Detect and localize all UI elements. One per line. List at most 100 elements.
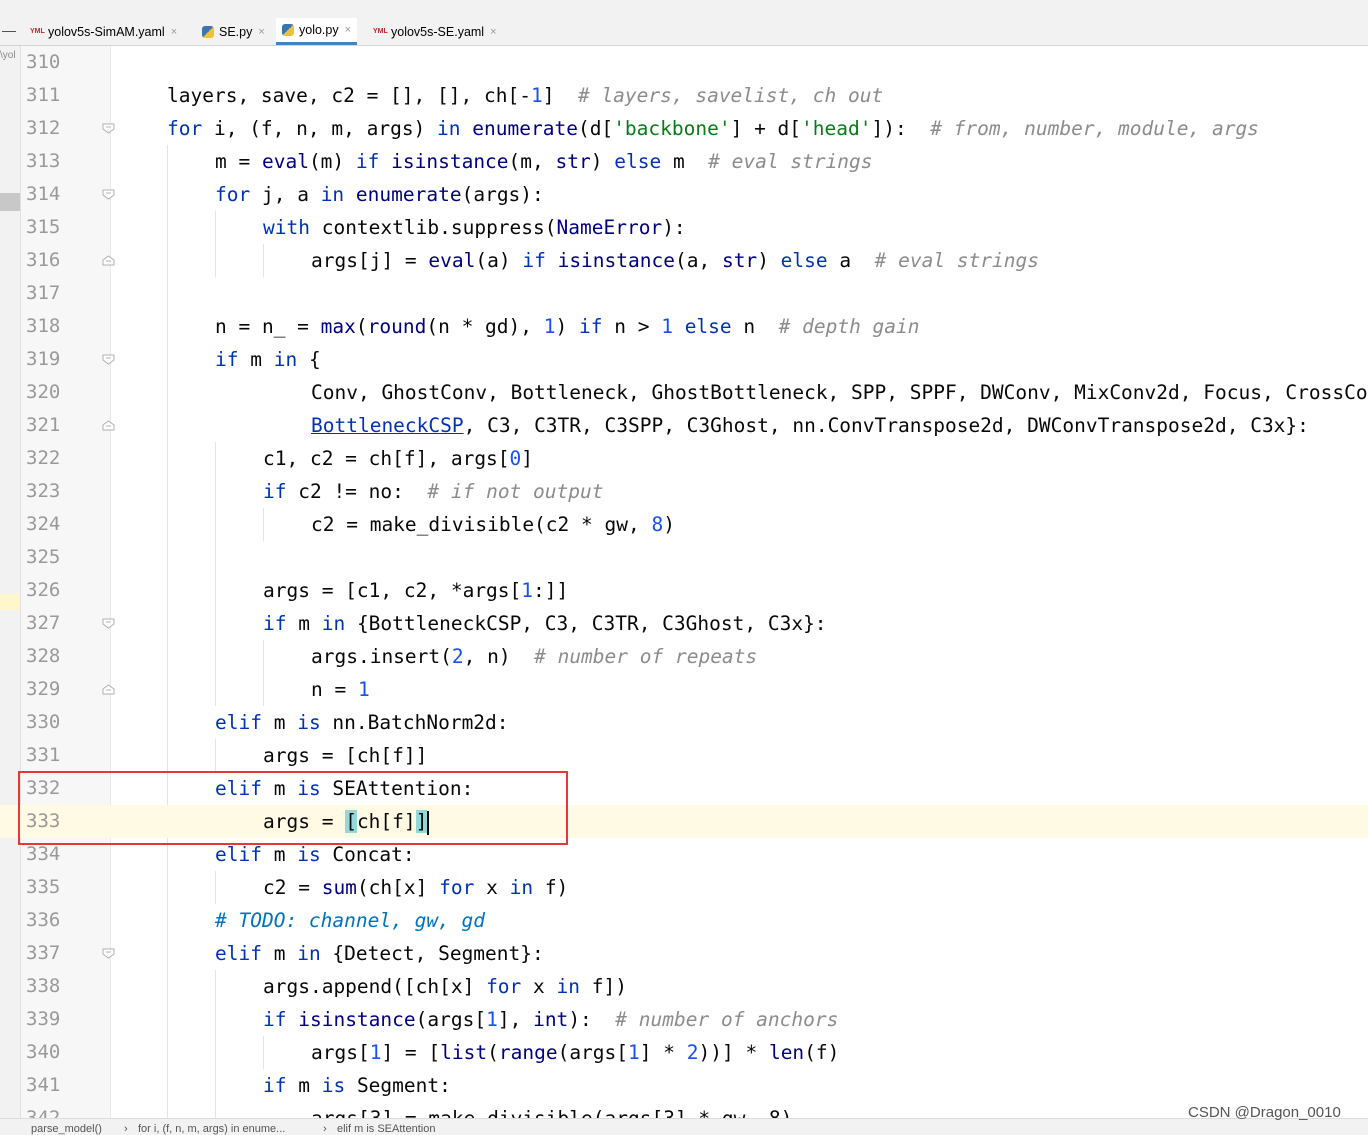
line-number[interactable]: 328 [26, 640, 86, 673]
tab-yolov5s-simam-yaml[interactable]: YML yolov5s-SimAM.yaml × [24, 18, 183, 45]
code-text[interactable]: c1, c2 = ch[f], args[0] [263, 442, 533, 475]
fold-close-icon[interactable] [102, 420, 115, 431]
code-text[interactable]: if m in { [215, 343, 321, 376]
code-line[interactable]: 335 c2 = sum(ch[x] for x in f) [0, 871, 1368, 904]
code-line[interactable]: 330 elif m is nn.BatchNorm2d: [0, 706, 1368, 739]
code-text[interactable]: c2 = sum(ch[x] for x in f) [263, 871, 568, 904]
tab-yolo-py[interactable]: yolo.py × [276, 18, 358, 45]
code-text[interactable]: args.insert(2, n) # number of repeats [311, 640, 757, 673]
line-number[interactable]: 312 [26, 112, 86, 145]
code-text[interactable]: if isinstance(args[1], int): # number of… [263, 1003, 838, 1036]
line-number[interactable]: 316 [26, 244, 86, 277]
close-icon[interactable]: × [490, 26, 496, 38]
tab-se-py[interactable]: SE.py × [196, 18, 271, 45]
code-line[interactable]: 322 c1, c2 = ch[f], args[0] [0, 442, 1368, 475]
code-text[interactable]: BottleneckCSP, C3, C3TR, C3SPP, C3Ghost,… [311, 409, 1309, 442]
code-line[interactable]: 325 [0, 541, 1368, 574]
code-line[interactable]: 317 [0, 277, 1368, 310]
line-number[interactable]: 311 [26, 79, 86, 112]
code-line[interactable]: 316 args[j] = eval(a) if isinstance(a, st… [0, 244, 1368, 277]
line-number[interactable]: 327 [26, 607, 86, 640]
code-line[interactable]: 339 if isinstance(args[1], int): # number… [0, 1003, 1368, 1036]
code-line[interactable]: 340 args[1] = [list(range(args[1] * 2))] … [0, 1036, 1368, 1069]
code-text[interactable]: args[j] = eval(a) if isinstance(a, str) … [311, 244, 1039, 277]
line-number[interactable]: 340 [26, 1036, 86, 1069]
line-number[interactable]: 318 [26, 310, 86, 343]
code-line[interactable]: 310 [0, 46, 1368, 79]
code-text[interactable]: if m in {BottleneckCSP, C3, C3TR, C3Ghos… [263, 607, 827, 640]
code-text[interactable]: elif m in {Detect, Segment}: [215, 937, 544, 970]
code-text[interactable]: if m is Segment: [263, 1069, 451, 1102]
code-line[interactable]: 341 if m is Segment: [0, 1069, 1368, 1102]
line-number[interactable]: 313 [26, 145, 86, 178]
line-number[interactable]: 324 [26, 508, 86, 541]
line-number[interactable]: 331 [26, 739, 86, 772]
code-line[interactable]: 336 # TODO: channel, gw, gd [0, 904, 1368, 937]
fold-close-icon[interactable] [102, 684, 115, 695]
line-number[interactable]: 315 [26, 211, 86, 244]
code-text[interactable]: for i, (f, n, m, args) in enumerate(d['b… [167, 112, 1259, 145]
code-line[interactable]: 331 args = [ch[f]] [0, 739, 1368, 772]
code-line[interactable]: 323 if c2 != no: # if not output [0, 475, 1368, 508]
line-number[interactable]: 336 [26, 904, 86, 937]
code-text[interactable]: n = 1 [311, 673, 370, 706]
code-line[interactable]: 312 for i, (f, n, m, args) in enumerate(d… [0, 112, 1368, 145]
line-number[interactable]: 317 [26, 277, 86, 310]
code-text[interactable]: args.append([ch[x] for x in f]) [263, 970, 627, 1003]
line-number[interactable]: 319 [26, 343, 86, 376]
code-line[interactable]: 321 BottleneckCSP, C3, C3TR, C3SPP, C3Gho… [0, 409, 1368, 442]
code-line[interactable]: 318 n = n_ = max(round(n * gd), 1) if n >… [0, 310, 1368, 343]
minimize-icon[interactable]: — [2, 22, 16, 38]
breadcrumb-item[interactable]: parse_model() [31, 1123, 102, 1135]
code-text[interactable]: layers, save, c2 = [], [], ch[-1] # laye… [167, 79, 883, 112]
line-number[interactable]: 335 [26, 871, 86, 904]
line-number[interactable]: 337 [26, 937, 86, 970]
code-text[interactable]: n = n_ = max(round(n * gd), 1) if n > 1 … [215, 310, 920, 343]
code-line[interactable]: 328 args.insert(2, n) # number of repeats [0, 640, 1368, 673]
code-line[interactable]: 338 args.append([ch[x] for x in f]) [0, 970, 1368, 1003]
line-number[interactable]: 330 [26, 706, 86, 739]
fold-open-icon[interactable] [102, 948, 115, 959]
code-line[interactable]: 315 with contextlib.suppress(NameError): [0, 211, 1368, 244]
code-line[interactable]: 324 c2 = make_divisible(c2 * gw, 8) [0, 508, 1368, 541]
code-line[interactable]: 326 args = [c1, c2, *args[1:]] [0, 574, 1368, 607]
fold-close-icon[interactable] [102, 255, 115, 266]
line-number[interactable]: 326 [26, 574, 86, 607]
breadcrumb-item[interactable]: elif m is SEAttention [337, 1123, 435, 1135]
code-text[interactable]: # TODO: channel, gw, gd [215, 904, 485, 937]
line-number[interactable]: 310 [26, 46, 86, 79]
line-number[interactable]: 323 [26, 475, 86, 508]
code-text[interactable]: for j, a in enumerate(args): [215, 178, 544, 211]
code-line[interactable]: 319 if m in { [0, 343, 1368, 376]
code-text[interactable]: Conv, GhostConv, Bottleneck, GhostBottle… [311, 376, 1368, 409]
line-number[interactable]: 314 [26, 178, 86, 211]
line-number[interactable]: 321 [26, 409, 86, 442]
code-text[interactable]: args[1] = [list(range(args[1] * 2))] * l… [311, 1036, 839, 1069]
code-line[interactable]: 314 for j, a in enumerate(args): [0, 178, 1368, 211]
code-text[interactable]: args = [ch[f]] [263, 739, 427, 772]
code-text[interactable]: args = [c1, c2, *args[1:]] [263, 574, 568, 607]
code-text[interactable]: c2 = make_divisible(c2 * gw, 8) [311, 508, 675, 541]
fold-open-icon[interactable] [102, 189, 115, 200]
code-text[interactable]: if c2 != no: # if not output [263, 475, 603, 508]
code-line[interactable]: 311 layers, save, c2 = [], [], ch[-1] # l… [0, 79, 1368, 112]
line-number[interactable]: 341 [26, 1069, 86, 1102]
code-line[interactable]: 337 elif m in {Detect, Segment}: [0, 937, 1368, 970]
code-line[interactable]: 313 m = eval(m) if isinstance(m, str) els… [0, 145, 1368, 178]
fold-open-icon[interactable] [102, 354, 115, 365]
line-number[interactable]: 339 [26, 1003, 86, 1036]
close-icon[interactable]: × [258, 26, 264, 38]
code-text[interactable]: with contextlib.suppress(NameError): [263, 211, 686, 244]
tab-yolov5s-se-yaml[interactable]: YML yolov5s-SE.yaml × [367, 18, 503, 45]
line-number[interactable]: 322 [26, 442, 86, 475]
line-number[interactable]: 329 [26, 673, 86, 706]
code-line[interactable]: 327 if m in {BottleneckCSP, C3, C3TR, C3G… [0, 607, 1368, 640]
line-number[interactable]: 320 [26, 376, 86, 409]
fold-open-icon[interactable] [102, 123, 115, 134]
breadcrumb-item[interactable]: for i, (f, n, m, args) in enume... [138, 1123, 285, 1135]
close-icon[interactable]: × [171, 26, 177, 38]
code-text[interactable]: elif m is nn.BatchNorm2d: [215, 706, 509, 739]
fold-open-icon[interactable] [102, 618, 115, 629]
code-text[interactable]: m = eval(m) if isinstance(m, str) else m… [215, 145, 873, 178]
code-line[interactable]: 320 Conv, GhostConv, Bottleneck, GhostBot… [0, 376, 1368, 409]
